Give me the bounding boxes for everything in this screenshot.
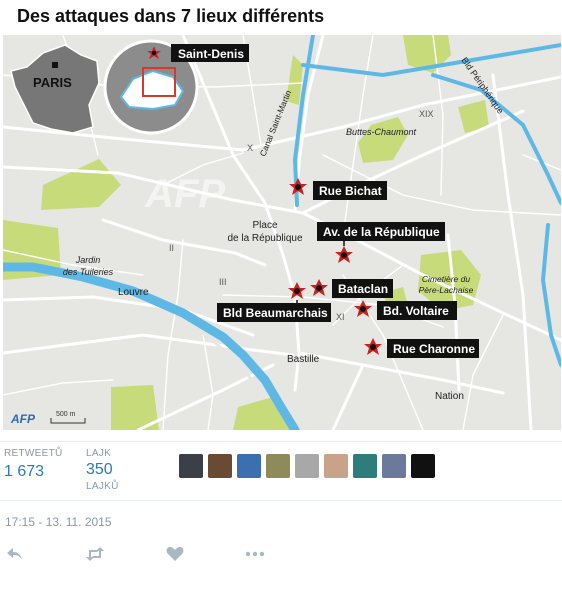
reply-icon[interactable] xyxy=(5,544,25,564)
tweet-stats: RETWEETŮ 1 673 LAJK 350 LAJKŮ xyxy=(0,441,562,501)
inset-paris-label: PARIS xyxy=(33,75,72,90)
place-republique-label-2: de la République xyxy=(227,233,302,244)
avatar[interactable] xyxy=(295,454,319,478)
likes-count: 350 xyxy=(86,461,113,478)
rue-charonne-label: Rue Charonne xyxy=(393,342,475,356)
tuileries-label-2: des Tuileries xyxy=(63,267,114,277)
map-title: Des attaques dans 7 lieux différents xyxy=(17,6,325,26)
avatar[interactable] xyxy=(237,454,261,478)
tuileries-label-1: Jardin xyxy=(75,255,101,265)
avatar[interactable] xyxy=(353,454,377,478)
likes-label-plural: LAJKŮ xyxy=(86,481,119,492)
liker-avatars xyxy=(179,454,435,478)
tweet-actions xyxy=(5,544,305,564)
more-icon[interactable] xyxy=(245,544,265,564)
arrondissement-x-label: X xyxy=(247,143,253,153)
retweets-count: 1 673 xyxy=(4,463,45,480)
afp-logo: AFP xyxy=(10,412,36,426)
avatar[interactable] xyxy=(179,454,203,478)
retweet-icon[interactable] xyxy=(85,544,105,564)
nation-label: Nation xyxy=(435,391,464,402)
arrondissement-xi-label: XI xyxy=(336,312,345,322)
av-republique-label: Av. de la République xyxy=(323,225,440,239)
tweet-timestamp[interactable]: 17:15 - 13. 11. 2015 xyxy=(5,515,112,529)
arrondissement-xix-label: XIX xyxy=(419,109,434,119)
avatar[interactable] xyxy=(208,454,232,478)
afp-watermark: AFP xyxy=(144,172,225,216)
cemetery-label-2: Père-Lachaise xyxy=(419,285,474,295)
louvre-label: Louvre xyxy=(118,287,149,298)
avatar[interactable] xyxy=(411,454,435,478)
bld-beaumarchais-label: Bld Beaumarchais xyxy=(223,306,328,320)
place-republique-label-1: Place xyxy=(252,220,277,231)
cemetery-label-1: Cimetière du xyxy=(422,274,470,284)
bataclan-label: Bataclan xyxy=(338,282,388,296)
paris-dot xyxy=(52,62,58,68)
avatar[interactable] xyxy=(266,454,290,478)
buttes-chaumont-label: Buttes-Chaumont xyxy=(346,127,417,137)
arrondissement-ii-label: II xyxy=(169,243,174,253)
likes-stat[interactable]: LAJK 350 LAJKŮ xyxy=(86,448,119,492)
avatar[interactable] xyxy=(382,454,406,478)
saint-denis-label: Saint-Denis xyxy=(178,47,244,61)
bastille-label: Bastille xyxy=(287,354,320,365)
like-icon[interactable] xyxy=(165,544,185,564)
retweets-label: RETWEETŮ xyxy=(4,448,63,459)
paris-attack-map: Bld Périphérique XIX Buttes-Chaumont X C… xyxy=(3,35,561,430)
likes-label: LAJK xyxy=(86,448,112,459)
rue-bichat-label: Rue Bichat xyxy=(319,184,382,198)
arrondissement-iii-label: III xyxy=(219,277,227,287)
retweets-stat[interactable]: RETWEETŮ 1 673 xyxy=(4,448,63,481)
scale-label: 500 m xyxy=(56,411,76,418)
bd-voltaire-label: Bd. Voltaire xyxy=(383,304,449,318)
avatar[interactable] xyxy=(324,454,348,478)
